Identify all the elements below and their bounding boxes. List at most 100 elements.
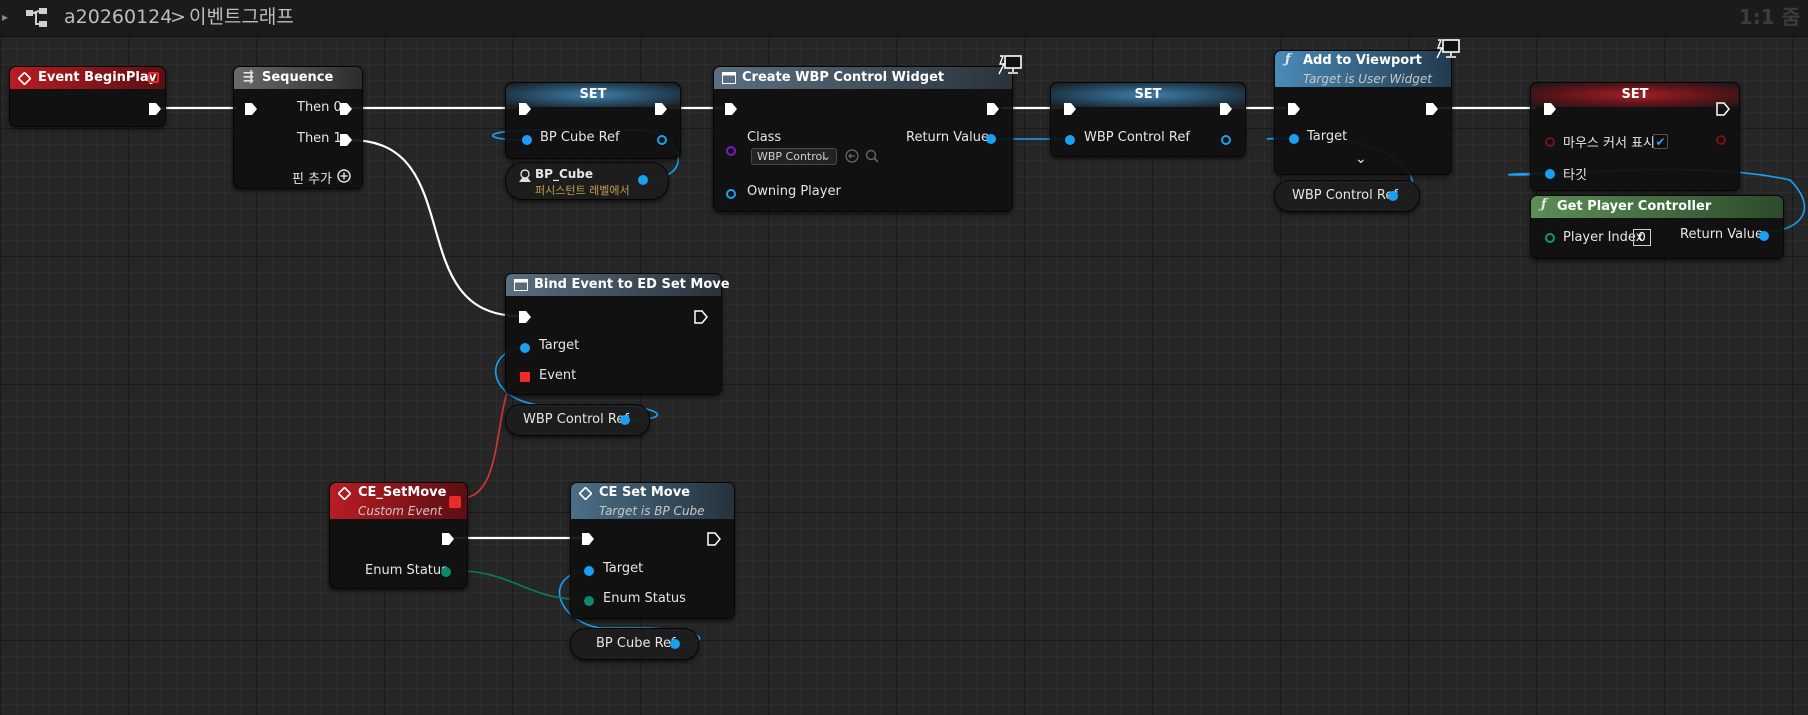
function-icon: ƒ: [1541, 197, 1547, 212]
object-in-pin-icon[interactable]: [1065, 135, 1075, 145]
node-event-beginplay[interactable]: Event BeginPlay: [9, 66, 166, 127]
client-server-icon: [998, 55, 1022, 75]
node-get-wbp-control-ref[interactable]: WBP Control Ref: [505, 404, 650, 436]
bool-out-pin-icon[interactable]: [1716, 135, 1726, 145]
exec-out-pin-icon[interactable]: [1425, 102, 1439, 116]
exec-in-pin-icon[interactable]: [1063, 102, 1077, 116]
exec-out-pin-icon[interactable]: [986, 102, 1000, 116]
object-in-pin-icon[interactable]: [1545, 169, 1555, 179]
pin-bp-cube-ref: BP Cube Ref: [540, 130, 620, 145]
pin-target: Target: [603, 561, 644, 576]
exec-out-pin-icon[interactable]: [148, 102, 162, 116]
object-in-pin-icon[interactable]: [726, 189, 736, 199]
node-set-show-mouse-cursor[interactable]: SET 마우스 커서 표시 ✔ 타깃: [1530, 82, 1740, 191]
int-in-pin-icon[interactable]: [1545, 233, 1555, 243]
pin-target: Target: [1307, 129, 1348, 144]
object-out-pin-icon[interactable]: [638, 175, 648, 185]
player-index-input[interactable]: 0: [1633, 229, 1651, 246]
function-icon: ƒ: [1285, 52, 1291, 67]
chevron-down-icon: ⌄: [821, 150, 831, 163]
graph-breadcrumb-bar: ▸ a20260124 > 이벤트그래프 1:1 줌: [0, 0, 1808, 37]
object-out-pin-icon[interactable]: [620, 415, 630, 425]
node-title: CE Set Move: [599, 485, 691, 500]
exec-wire: [348, 138, 522, 318]
object-out-pin-icon[interactable]: [657, 135, 667, 145]
exec-in-pin-icon[interactable]: [244, 102, 258, 116]
var-label: BP Cube Ref: [596, 636, 676, 651]
expand-chevron-icon[interactable]: ⌄: [1355, 151, 1367, 167]
exec-in-pin-icon[interactable]: [518, 310, 532, 324]
object-out-pin-icon[interactable]: [1221, 135, 1231, 145]
collapse-arrow-icon[interactable]: ▸: [2, 0, 8, 36]
pin-target: 타깃: [1563, 168, 1587, 183]
exec-in-pin-icon[interactable]: [518, 102, 532, 116]
node-add-to-viewport[interactable]: Add to Viewport Target is User Widget ƒ T…: [1274, 39, 1460, 175]
object-out-pin-icon[interactable]: [1388, 191, 1398, 201]
exec-out-pin-icon[interactable]: [707, 532, 721, 546]
node-create-widget[interactable]: Create WBP Control Widget Class WBP Cont…: [713, 55, 1022, 212]
object-in-pin-icon[interactable]: [1289, 134, 1299, 144]
bp-cube-name: BP_Cube: [535, 167, 594, 181]
node-title: Bind Event to ED Set Move: [506, 274, 730, 296]
exec-in-pin-icon[interactable]: [581, 532, 595, 546]
node-custom-event-ce-setmove[interactable]: CE_SetMove Custom Event Enum Status: [329, 482, 468, 589]
exec-out-pin-icon[interactable]: [1716, 102, 1730, 116]
node-bp-cube-level-ref[interactable]: BP_Cube 퍼시스턴트 레벨에서: [505, 162, 669, 200]
exec-in-pin-icon[interactable]: [724, 102, 738, 116]
object-out-pin-icon[interactable]: [670, 639, 680, 649]
enum-in-pin-icon[interactable]: [584, 596, 594, 606]
delegate-pin-icon[interactable]: [148, 72, 159, 83]
object-out-pin-icon[interactable]: [986, 134, 996, 144]
event-diamond-icon: [579, 487, 592, 500]
node-title: SET: [1531, 83, 1739, 107]
event-diamond-icon: [18, 72, 31, 85]
node-sequence[interactable]: Sequence ⇶ Then 0 Then 1 핀 추가: [233, 66, 363, 189]
node-set-bp-cube-ref[interactable]: SET BP Cube Ref: [505, 82, 681, 159]
var-label: WBP Control Ref: [523, 412, 629, 427]
breadcrumb-graph[interactable]: 이벤트그래프: [189, 0, 294, 36]
add-pin-plus-icon[interactable]: [337, 169, 351, 183]
class-in-pin-icon[interactable]: [726, 146, 736, 156]
breadcrumb-project[interactable]: a20260124: [64, 0, 172, 36]
pin-class-label: Class: [747, 130, 782, 145]
object-in-pin-icon[interactable]: [520, 343, 530, 353]
browse-use-icons[interactable]: [845, 149, 881, 164]
exec-out-pin-icon[interactable]: [441, 532, 455, 546]
add-pin-button[interactable]: 핀 추가: [292, 168, 332, 187]
exec-in-pin-icon[interactable]: [1543, 102, 1557, 116]
pin-then-1: Then 1: [297, 131, 342, 146]
pin-event: Event: [539, 368, 577, 383]
zoom-level-label: 1:1 줌: [1738, 5, 1800, 29]
node-call-ce-set-move[interactable]: CE Set Move Target is BP Cube Target Enum…: [570, 482, 735, 619]
object-out-pin-icon[interactable]: [1759, 231, 1769, 241]
delegate-out-pin-icon[interactable]: [449, 496, 461, 508]
node-get-player-controller[interactable]: Get Player Controller ƒ Player Index 0 R…: [1530, 195, 1784, 259]
enum-out-pin-icon[interactable]: [441, 567, 451, 577]
node-set-wbp-control-ref[interactable]: SET WBP Control Ref: [1050, 82, 1246, 157]
exec-out-pin-icon[interactable]: [694, 310, 708, 324]
object-in-pin-icon[interactable]: [522, 135, 532, 145]
var-label: WBP Control Ref: [1292, 188, 1398, 203]
node-title: SET: [1051, 83, 1245, 107]
node-get-bp-cube-ref[interactable]: BP Cube Ref: [570, 628, 699, 660]
show-cursor-checkbox[interactable]: ✔: [1653, 134, 1668, 149]
pin-target: Target: [539, 338, 580, 353]
exec-in-pin-icon[interactable]: [1287, 102, 1301, 116]
actor-icon: [519, 169, 531, 182]
node-header: Add to Viewport Target is User Widget: [1275, 51, 1451, 87]
node-title: Add to Viewport: [1303, 53, 1422, 68]
node-subtitle: Target is BP Cube: [599, 504, 705, 518]
exec-out-pin-icon[interactable]: [339, 102, 353, 116]
object-in-pin-icon[interactable]: [584, 566, 594, 576]
client-server-icon: [1436, 39, 1460, 59]
node-get-wbp-control-ref[interactable]: WBP Control Ref: [1274, 180, 1420, 212]
exec-out-pin-icon[interactable]: [654, 102, 668, 116]
node-bind-event[interactable]: Bind Event to ED Set Move Target Event: [505, 273, 730, 395]
pin-enum-status: Enum Status: [365, 563, 448, 578]
pin-show-mouse-cursor: 마우스 커서 표시: [1563, 136, 1655, 151]
exec-out-pin-icon[interactable]: [339, 133, 353, 147]
class-select[interactable]: WBP Control ⌄: [751, 148, 837, 165]
exec-out-pin-icon[interactable]: [1219, 102, 1233, 116]
bool-in-pin-icon[interactable]: [1545, 137, 1555, 147]
delegate-in-pin-icon[interactable]: [520, 372, 530, 382]
